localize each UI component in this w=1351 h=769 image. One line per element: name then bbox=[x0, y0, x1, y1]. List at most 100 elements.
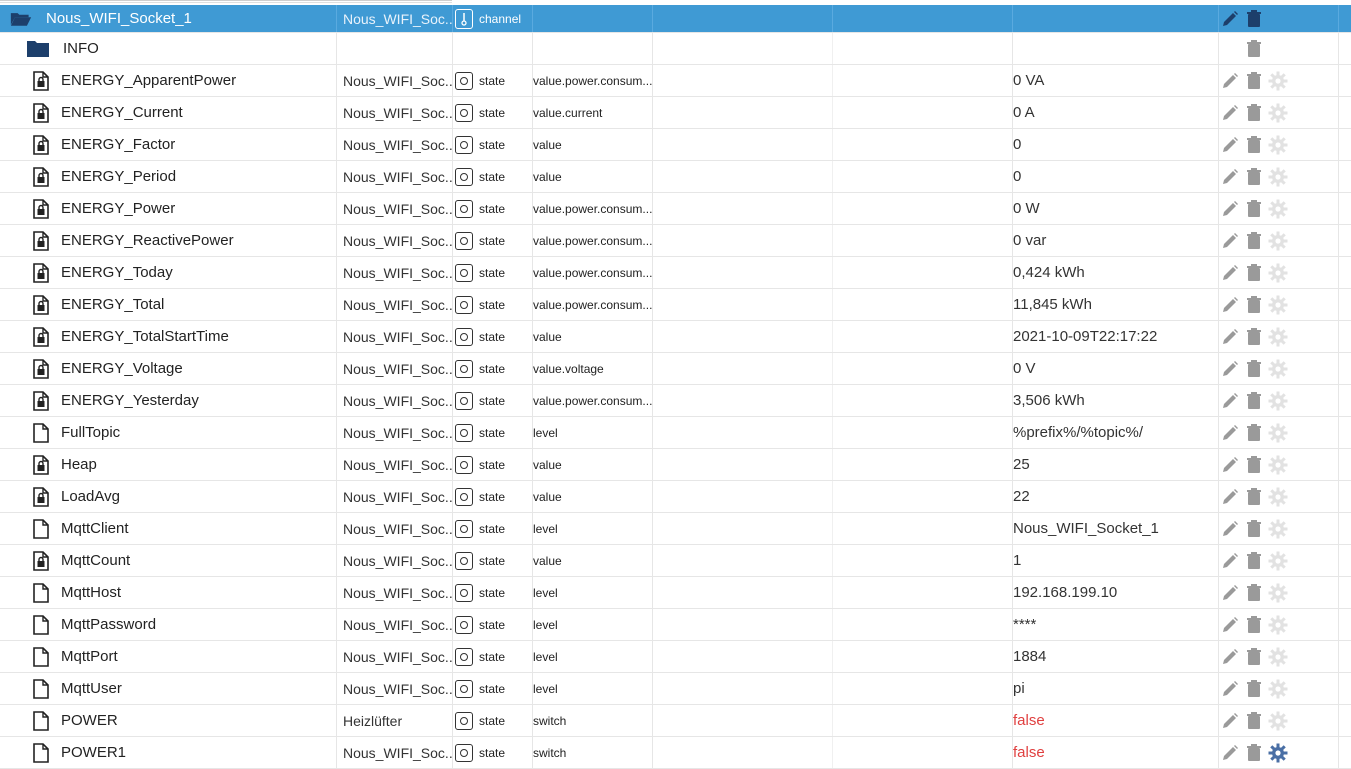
folder-icon[interactable] bbox=[27, 38, 49, 60]
state-value[interactable]: 3,506 kWh bbox=[1013, 385, 1219, 416]
gear-icon[interactable] bbox=[1267, 230, 1289, 252]
state-value[interactable]: 0 bbox=[1013, 129, 1219, 160]
edit-icon[interactable] bbox=[1219, 70, 1241, 92]
delete-icon[interactable] bbox=[1243, 326, 1265, 348]
state-value[interactable]: false bbox=[1013, 737, 1219, 768]
gear-icon[interactable] bbox=[1267, 198, 1289, 220]
state-value[interactable]: 192.168.199.10 bbox=[1013, 577, 1219, 608]
state-row[interactable]: ENERGY_Today Nous_WIFI_Soc... state valu… bbox=[0, 257, 1351, 289]
state-value[interactable]: 0 var bbox=[1013, 225, 1219, 256]
edit-icon[interactable] bbox=[1219, 102, 1241, 124]
edit-icon[interactable] bbox=[1219, 326, 1241, 348]
folder-open-icon[interactable] bbox=[10, 8, 32, 30]
gear-icon[interactable] bbox=[1267, 678, 1289, 700]
state-value[interactable]: 1 bbox=[1013, 545, 1219, 576]
edit-icon[interactable] bbox=[1219, 486, 1241, 508]
state-value[interactable]: **** bbox=[1013, 609, 1219, 640]
delete-icon[interactable] bbox=[1243, 70, 1265, 92]
edit-icon[interactable] bbox=[1219, 742, 1241, 764]
delete-icon[interactable] bbox=[1243, 422, 1265, 444]
gear-icon[interactable] bbox=[1267, 390, 1289, 412]
delete-icon[interactable] bbox=[1243, 262, 1265, 284]
gear-icon[interactable] bbox=[1267, 518, 1289, 540]
state-row[interactable]: POWER Heizlüfter state switch false bbox=[0, 705, 1351, 737]
delete-icon[interactable] bbox=[1243, 390, 1265, 412]
state-row[interactable]: ENERGY_Total Nous_WIFI_Soc... state valu… bbox=[0, 289, 1351, 321]
state-value[interactable]: false bbox=[1013, 705, 1219, 736]
delete-icon[interactable] bbox=[1243, 550, 1265, 572]
state-value[interactable]: 1884 bbox=[1013, 641, 1219, 672]
gear-icon[interactable] bbox=[1267, 326, 1289, 348]
state-row[interactable]: Heap Nous_WIFI_Soc... state value 25 bbox=[0, 449, 1351, 481]
gear-icon[interactable] bbox=[1267, 70, 1289, 92]
state-row[interactable]: ENERGY_Factor Nous_WIFI_Soc... state val… bbox=[0, 129, 1351, 161]
delete-icon[interactable] bbox=[1243, 678, 1265, 700]
gear-icon[interactable] bbox=[1267, 646, 1289, 668]
edit-icon[interactable] bbox=[1219, 166, 1241, 188]
gear-icon[interactable] bbox=[1267, 262, 1289, 284]
edit-icon[interactable] bbox=[1219, 390, 1241, 412]
state-value[interactable]: %prefix%/%topic%/ bbox=[1013, 417, 1219, 448]
gear-icon[interactable] bbox=[1267, 294, 1289, 316]
delete-icon[interactable] bbox=[1243, 646, 1265, 668]
state-row[interactable]: ENERGY_Period Nous_WIFI_Soc... state val… bbox=[0, 161, 1351, 193]
state-row[interactable]: MqttClient Nous_WIFI_Soc... state level … bbox=[0, 513, 1351, 545]
gear-icon[interactable] bbox=[1267, 582, 1289, 604]
state-value[interactable]: 0 VA bbox=[1013, 65, 1219, 96]
state-value[interactable]: 0 bbox=[1013, 161, 1219, 192]
gear-icon[interactable] bbox=[1267, 358, 1289, 380]
state-row[interactable]: MqttCount Nous_WIFI_Soc... state value 1 bbox=[0, 545, 1351, 577]
delete-icon[interactable] bbox=[1243, 486, 1265, 508]
delete-icon[interactable] bbox=[1243, 294, 1265, 316]
state-value[interactable]: 22 bbox=[1013, 481, 1219, 512]
gear-icon[interactable] bbox=[1267, 166, 1289, 188]
state-row[interactable]: ENERGY_ReactivePower Nous_WIFI_Soc... st… bbox=[0, 225, 1351, 257]
state-row[interactable]: ENERGY_Voltage Nous_WIFI_Soc... state va… bbox=[0, 353, 1351, 385]
folder-row[interactable]: INFO bbox=[0, 33, 1351, 65]
state-row[interactable]: MqttUser Nous_WIFI_Soc... state level pi bbox=[0, 673, 1351, 705]
edit-icon[interactable] bbox=[1219, 358, 1241, 380]
state-row[interactable]: FullTopic Nous_WIFI_Soc... state level %… bbox=[0, 417, 1351, 449]
edit-icon[interactable] bbox=[1219, 550, 1241, 572]
gear-icon[interactable] bbox=[1267, 454, 1289, 476]
edit-icon[interactable] bbox=[1219, 454, 1241, 476]
delete-icon[interactable] bbox=[1243, 742, 1265, 764]
gear-icon[interactable] bbox=[1267, 134, 1289, 156]
edit-icon[interactable] bbox=[1219, 614, 1241, 636]
state-row[interactable]: ENERGY_Power Nous_WIFI_Soc... state valu… bbox=[0, 193, 1351, 225]
delete-icon[interactable] bbox=[1243, 454, 1265, 476]
delete-icon[interactable] bbox=[1243, 518, 1265, 540]
edit-icon[interactable] bbox=[1219, 198, 1241, 220]
gear-icon[interactable] bbox=[1267, 422, 1289, 444]
state-row[interactable]: LoadAvg Nous_WIFI_Soc... state value 22 bbox=[0, 481, 1351, 513]
state-value[interactable]: 11,845 kWh bbox=[1013, 289, 1219, 320]
edit-icon[interactable] bbox=[1219, 230, 1241, 252]
channel-row[interactable]: Nous_WIFI_Socket_1 Nous_WIFI_Soc... chan… bbox=[0, 5, 1351, 33]
delete-icon[interactable] bbox=[1243, 38, 1265, 60]
state-value[interactable]: 0 V bbox=[1013, 353, 1219, 384]
gear-icon[interactable] bbox=[1267, 486, 1289, 508]
state-row[interactable]: ENERGY_ApparentPower Nous_WIFI_Soc... st… bbox=[0, 65, 1351, 97]
edit-icon[interactable] bbox=[1219, 262, 1241, 284]
edit-icon[interactable] bbox=[1219, 134, 1241, 156]
state-value[interactable]: Nous_WIFI_Socket_1 bbox=[1013, 513, 1219, 544]
delete-icon[interactable] bbox=[1243, 582, 1265, 604]
delete-icon[interactable] bbox=[1243, 198, 1265, 220]
edit-icon[interactable] bbox=[1219, 678, 1241, 700]
gear-icon[interactable] bbox=[1267, 742, 1289, 764]
delete-icon[interactable] bbox=[1243, 230, 1265, 252]
state-value[interactable]: 2021-10-09T22:17:22 bbox=[1013, 321, 1219, 352]
state-value[interactable]: 25 bbox=[1013, 449, 1219, 480]
delete-icon[interactable] bbox=[1243, 614, 1265, 636]
gear-icon[interactable] bbox=[1267, 550, 1289, 572]
state-row[interactable]: MqttPort Nous_WIFI_Soc... state level 18… bbox=[0, 641, 1351, 673]
state-row[interactable]: MqttPassword Nous_WIFI_Soc... state leve… bbox=[0, 609, 1351, 641]
state-row[interactable]: ENERGY_TotalStartTime Nous_WIFI_Soc... s… bbox=[0, 321, 1351, 353]
edit-icon[interactable] bbox=[1219, 422, 1241, 444]
state-value[interactable]: 0,424 kWh bbox=[1013, 257, 1219, 288]
delete-icon[interactable] bbox=[1243, 710, 1265, 732]
edit-icon[interactable] bbox=[1219, 646, 1241, 668]
state-row[interactable]: ENERGY_Yesterday Nous_WIFI_Soc... state … bbox=[0, 385, 1351, 417]
delete-icon[interactable] bbox=[1243, 166, 1265, 188]
edit-icon[interactable] bbox=[1219, 518, 1241, 540]
